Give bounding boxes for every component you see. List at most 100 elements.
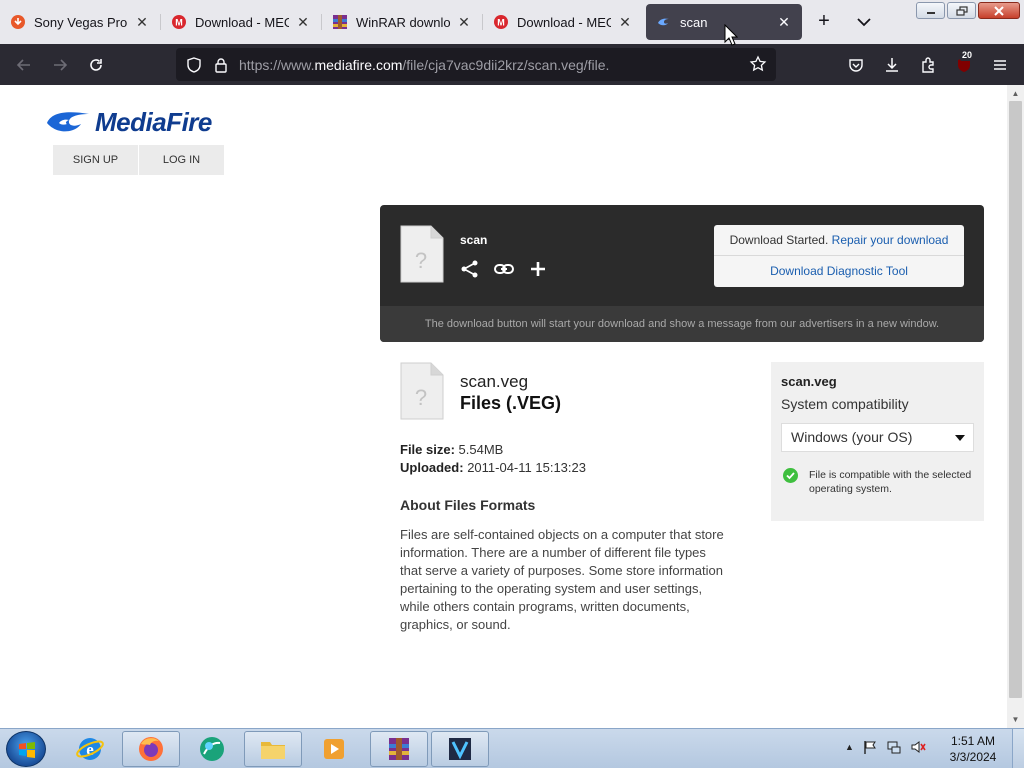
download-file-name: scan [460, 233, 488, 247]
taskbar-winrar[interactable] [370, 731, 428, 767]
upload-date-value: 2011-04-11 15:13:23 [467, 460, 586, 475]
media-player-icon [324, 739, 344, 759]
url-domain: mediafire.com [314, 57, 403, 73]
lock-icon[interactable] [212, 56, 230, 74]
reload-button[interactable] [83, 52, 109, 78]
tracking-shield-icon[interactable] [185, 56, 203, 74]
tab-sony-vegas[interactable]: Sony Vegas Pro 14 F ✕ [0, 4, 160, 40]
close-window-button[interactable] [978, 2, 1020, 19]
os-select[interactable]: Windows (your OS) [781, 423, 974, 452]
hamburger-menu-icon [994, 60, 1006, 70]
window-controls [916, 2, 1020, 19]
address-bar[interactable]: https://www.mediafire.com/file/cja7vac9d… [176, 48, 776, 81]
globe-app-icon [200, 737, 224, 761]
about-text: Files are self-contained objects on a co… [400, 527, 724, 632]
file-size-value: 5.54MB [458, 442, 504, 457]
sign-up-button[interactable]: SIGN UP [53, 145, 138, 175]
puzzle-icon [922, 57, 934, 73]
action-center-flag-icon[interactable] [862, 739, 878, 755]
show-desktop-button[interactable] [1012, 729, 1024, 768]
system-tray: ▲ [845, 739, 926, 755]
forward-arrow-icon [54, 59, 68, 71]
menu-button[interactable] [987, 52, 1013, 78]
compat-file-name: scan.veg [781, 374, 837, 389]
mediafire-logo[interactable]: MediaFire [45, 107, 212, 137]
taskbar-file-explorer[interactable] [244, 731, 302, 767]
taskbar-media-player[interactable] [305, 731, 363, 767]
url-path: /file/cja7vac9dii2krz/scan.veg/file. [402, 57, 610, 73]
show-hidden-icons-icon[interactable]: ▲ [845, 742, 854, 752]
close-tab-icon[interactable]: ✕ [295, 14, 311, 30]
tab-title: Download - MEGA [195, 14, 289, 30]
network-icon[interactable] [886, 739, 902, 755]
compatibility-panel: scan.veg System compatibility Windows (y… [771, 362, 984, 521]
file-size-label: File size: [400, 442, 455, 457]
maximize-button[interactable] [947, 2, 976, 19]
forward-button[interactable] [47, 52, 73, 78]
svg-text:?: ? [415, 385, 427, 410]
minimize-button[interactable] [916, 2, 945, 19]
start-button[interactable] [6, 731, 46, 767]
extensions-button[interactable] [915, 52, 941, 78]
back-arrow-icon [16, 59, 30, 71]
download-icon [10, 14, 26, 30]
download-panel: ? scan Download Started. Repair your dow… [380, 205, 984, 342]
clock-time: 1:51 AM [950, 734, 996, 748]
log-in-button[interactable]: LOG IN [139, 145, 224, 175]
close-tab-icon[interactable]: ✕ [134, 14, 150, 30]
chevron-down-icon [857, 18, 871, 27]
tab-mega-2[interactable]: M Download - MEGA ✕ [483, 4, 643, 40]
taskbar-app-globe[interactable] [183, 731, 241, 767]
new-tab-button[interactable]: + [812, 10, 836, 34]
page-scrollbar[interactable]: ▲ ▼ [1007, 85, 1024, 728]
logo-text: MediaFire [95, 106, 212, 137]
url-text[interactable]: https://www.mediafire.com/file/cja7vac9d… [239, 57, 609, 73]
winrar-icon [332, 14, 348, 30]
pocket-icon [849, 59, 863, 72]
back-button[interactable] [11, 52, 37, 78]
file-type: Files (.VEG) [460, 393, 562, 413]
dropdown-caret-icon [955, 435, 965, 441]
add-icon[interactable] [528, 259, 548, 279]
bookmark-star-icon[interactable] [749, 55, 767, 73]
taskbar-firefox[interactable] [122, 731, 180, 767]
volume-muted-icon[interactable] [910, 739, 926, 755]
scroll-up-arrow-icon[interactable]: ▲ [1010, 88, 1021, 99]
mega-icon: M [171, 14, 187, 30]
system-clock[interactable]: 1:51 AM 3/3/2024 [940, 733, 1006, 765]
scroll-thumb[interactable] [1009, 101, 1022, 698]
tab-mega-1[interactable]: M Download - MEGA ✕ [161, 4, 321, 40]
tab-winrar[interactable]: WinRAR download ✕ [322, 4, 482, 40]
share-icon[interactable] [460, 259, 480, 279]
taskbar-internet-explorer[interactable]: e [61, 731, 119, 767]
downloads-button[interactable] [879, 52, 905, 78]
close-tab-icon[interactable]: ✕ [617, 14, 633, 30]
list-tabs-button[interactable] [852, 10, 876, 34]
check-circle-icon [783, 468, 798, 483]
download-status-text: Download Started. [729, 233, 829, 247]
scroll-down-arrow-icon[interactable]: ▼ [1010, 714, 1021, 725]
folder-icon [261, 742, 285, 759]
compat-heading: System compatibility [781, 396, 909, 412]
page-content: MediaFire SIGN UP LOG IN ? scan Download… [0, 85, 1007, 728]
svg-text:M: M [175, 18, 183, 28]
taskbar-vegas[interactable] [431, 731, 489, 767]
link-icon[interactable] [494, 259, 514, 279]
url-prefix: https://www. [239, 57, 315, 73]
tab-title: WinRAR download [356, 14, 450, 30]
svg-text:?: ? [415, 248, 427, 273]
clock-date: 3/3/2024 [949, 750, 997, 764]
close-tab-icon[interactable]: ✕ [456, 14, 472, 30]
pocket-button[interactable] [843, 52, 869, 78]
navigation-toolbar: https://www.mediafire.com/file/cja7vac9d… [0, 44, 1024, 85]
diagnostic-tool-link[interactable]: Download Diagnostic Tool [714, 256, 964, 287]
mega-icon: M [493, 14, 509, 30]
compat-note: File is compatible with the selected ope… [809, 469, 972, 495]
extension-count-badge: 20 [960, 50, 975, 61]
os-select-value: Windows (your OS) [791, 429, 913, 445]
close-tab-icon[interactable]: ✕ [776, 14, 792, 30]
reload-icon [90, 59, 102, 71]
upload-date-label: Uploaded: [400, 460, 464, 475]
repair-download-link[interactable]: Repair your download [832, 233, 949, 247]
mediafire-logo-icon [47, 112, 89, 132]
